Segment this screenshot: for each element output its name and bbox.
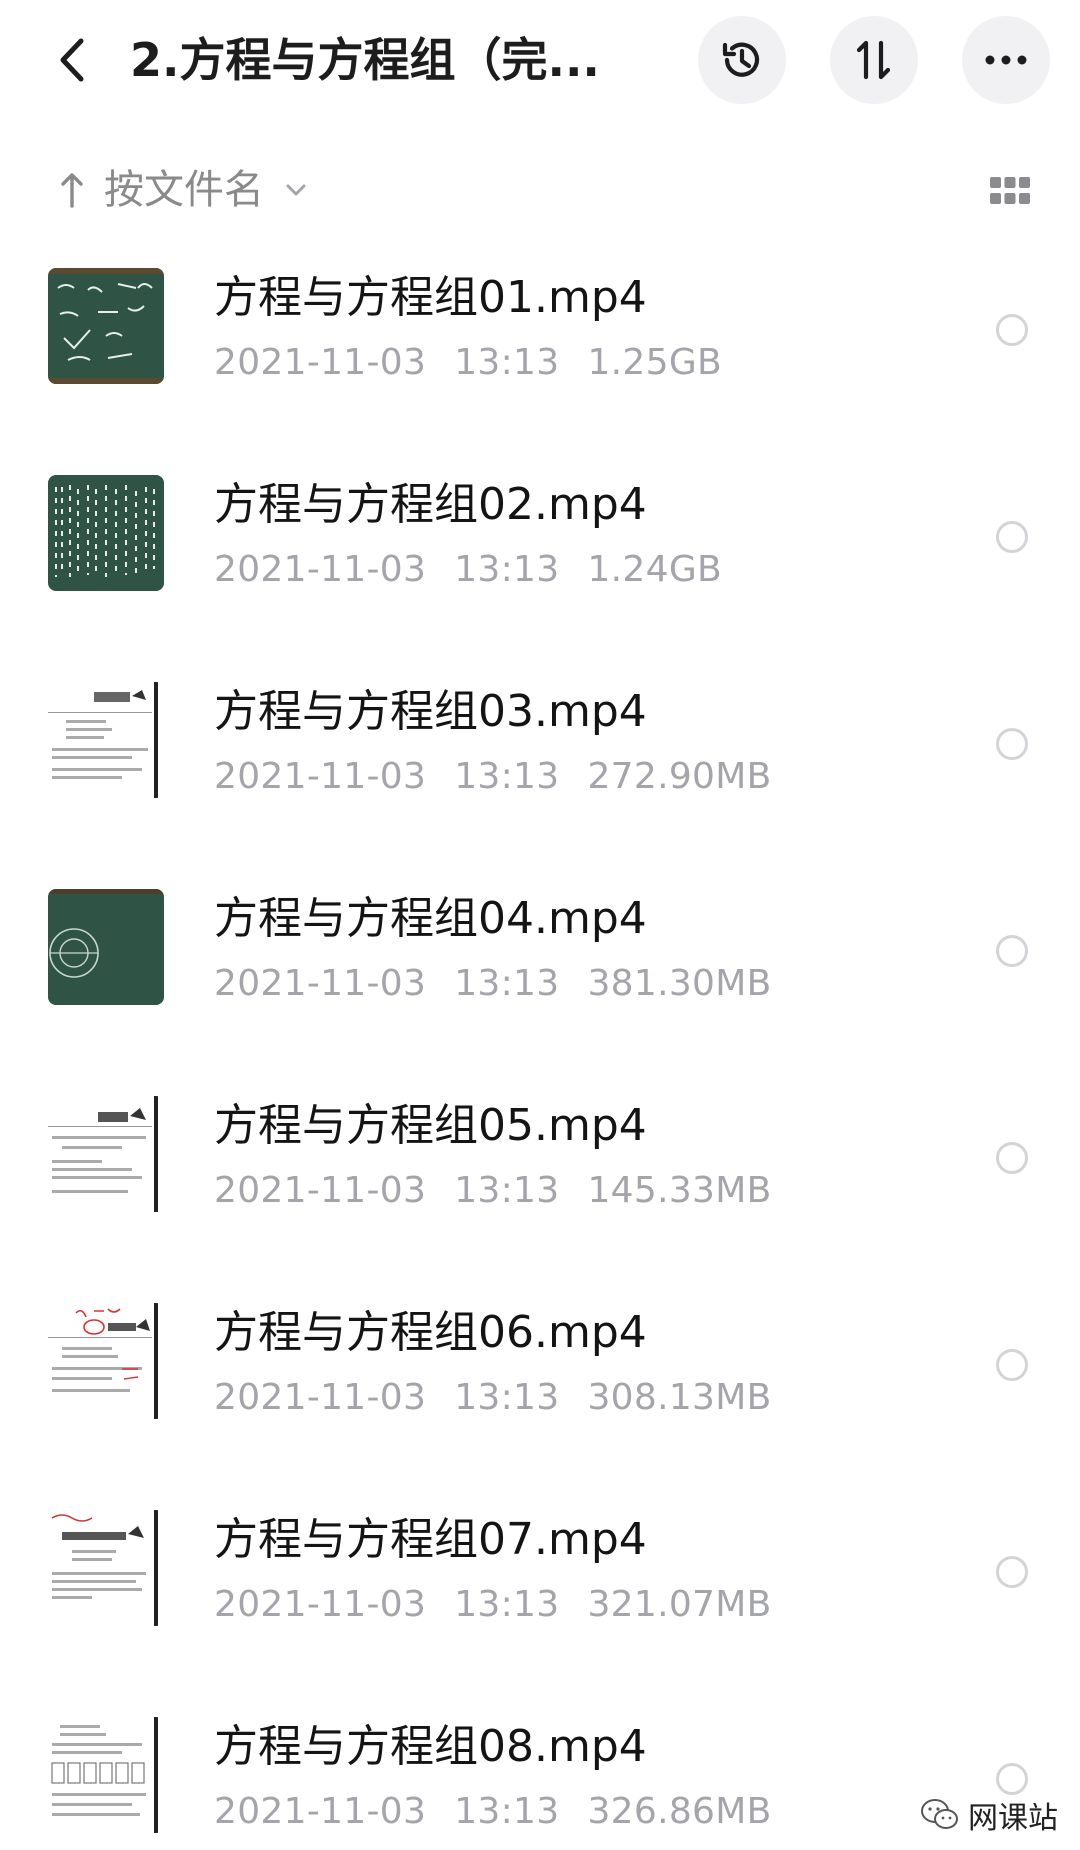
file-row[interactable]: 方程与方程组03.mp4 2021-11-03 13:13 272.90MB <box>0 656 1080 863</box>
chevron-left-icon <box>60 38 84 82</box>
file-size: 326.86MB <box>587 1791 772 1832</box>
file-size: 1.25GB <box>587 342 723 383</box>
file-meta: 2021-11-03 13:13 1.25GB <box>214 338 750 388</box>
select-radio[interactable] <box>996 1142 1028 1174</box>
file-size: 381.30MB <box>587 963 772 1004</box>
file-meta: 2021-11-03 13:13 326.86MB <box>214 1787 800 1837</box>
file-size: 308.13MB <box>587 1377 772 1418</box>
file-name: 方程与方程组08.mp4 <box>214 1721 647 1772</box>
file-time: 13:13 <box>454 1791 560 1832</box>
video-thumbnail <box>48 1510 164 1626</box>
arrow-up-icon <box>61 173 83 208</box>
file-meta: 2021-11-03 13:13 308.13MB <box>214 1373 800 1423</box>
file-meta: 2021-11-03 13:13 272.90MB <box>214 752 800 802</box>
file-name: 方程与方程组07.mp4 <box>214 1514 647 1565</box>
top-bar: 2.方程与方程组（完... <box>0 0 1080 120</box>
file-date: 2021-11-03 <box>214 963 427 1004</box>
video-thumbnail <box>48 1717 164 1833</box>
file-time: 13:13 <box>454 1584 560 1625</box>
file-row[interactable]: 方程与方程组02.mp4 2021-11-03 13:13 1.24GB <box>0 449 1080 656</box>
select-radio[interactable] <box>996 1349 1028 1381</box>
file-size: 321.07MB <box>587 1584 772 1625</box>
file-date: 2021-11-03 <box>214 549 427 590</box>
file-browser-page: 2.方程与方程组（完... 按文件名 方程与方程组01.mp4 2021-11-… <box>0 0 1080 1850</box>
file-time: 13:13 <box>454 963 560 1004</box>
file-date: 2021-11-03 <box>214 1377 427 1418</box>
file-meta: 2021-11-03 13:13 145.33MB <box>214 1166 800 1216</box>
file-size: 1.24GB <box>587 549 723 590</box>
file-time: 13:13 <box>454 756 560 797</box>
history-button[interactable] <box>698 16 786 104</box>
file-name: 方程与方程组04.mp4 <box>214 893 647 944</box>
file-row[interactable]: 方程与方程组07.mp4 2021-11-03 13:13 321.07MB <box>0 1484 1080 1691</box>
history-icon <box>722 42 760 77</box>
file-date: 2021-11-03 <box>214 756 427 797</box>
file-row[interactable]: 方程与方程组05.mp4 2021-11-03 13:13 145.33MB <box>0 1070 1080 1277</box>
video-thumbnail <box>48 475 164 591</box>
file-row[interactable]: 方程与方程组04.mp4 2021-11-03 13:13 381.30MB <box>0 863 1080 1070</box>
file-time: 13:13 <box>454 342 560 383</box>
file-date: 2021-11-03 <box>214 1170 427 1211</box>
video-thumbnail <box>48 889 164 1005</box>
file-name: 方程与方程组01.mp4 <box>214 272 647 323</box>
folder-title: 2.方程与方程组（完... <box>130 33 600 87</box>
select-radio[interactable] <box>996 314 1028 346</box>
more-button[interactable] <box>962 16 1050 104</box>
file-meta: 2021-11-03 13:13 321.07MB <box>214 1580 800 1630</box>
file-row[interactable]: 方程与方程组08.mp4 2021-11-03 13:13 326.86MB <box>0 1691 1080 1850</box>
file-date: 2021-11-03 <box>214 1791 427 1832</box>
video-thumbnail <box>48 268 164 384</box>
watermark: 网课站 <box>920 1790 1058 1840</box>
wechat-icon <box>921 1799 958 1829</box>
select-radio[interactable] <box>996 1556 1028 1588</box>
sort-arrows-icon <box>856 40 891 80</box>
file-size: 272.90MB <box>587 756 772 797</box>
file-name: 方程与方程组06.mp4 <box>214 1307 647 1358</box>
file-name: 方程与方程组02.mp4 <box>214 479 647 530</box>
file-row[interactable]: 方程与方程组06.mp4 2021-11-03 13:13 308.13MB <box>0 1277 1080 1484</box>
file-time: 13:13 <box>454 549 560 590</box>
video-thumbnail <box>48 1096 164 1212</box>
file-meta: 2021-11-03 13:13 381.30MB <box>214 959 800 1009</box>
file-time: 13:13 <box>454 1170 560 1211</box>
file-name: 方程与方程组03.mp4 <box>214 686 647 737</box>
file-time: 13:13 <box>454 1377 560 1418</box>
grid-view-icon[interactable] <box>990 176 1030 206</box>
sort-button[interactable] <box>830 16 918 104</box>
file-name: 方程与方程组05.mp4 <box>214 1100 647 1151</box>
more-icon <box>985 55 1027 65</box>
file-list: 方程与方程组01.mp4 2021-11-03 13:13 1.25GB 方程与方程… <box>0 242 1080 1850</box>
file-date: 2021-11-03 <box>214 342 427 383</box>
sort-bar: 按文件名 <box>0 150 1080 230</box>
file-date: 2021-11-03 <box>214 1584 427 1625</box>
watermark-text: 网课站 <box>968 1801 1058 1836</box>
file-size: 145.33MB <box>587 1170 772 1211</box>
select-radio[interactable] <box>996 935 1028 967</box>
file-row[interactable]: 方程与方程组01.mp4 2021-11-03 13:13 1.25GB <box>0 242 1080 449</box>
video-thumbnail <box>48 1303 164 1419</box>
file-meta: 2021-11-03 13:13 1.24GB <box>214 545 750 595</box>
select-radio[interactable] <box>996 521 1028 553</box>
chevron-down-icon[interactable] <box>284 178 308 202</box>
sort-by-name-dropdown[interactable]: 按文件名 <box>104 162 264 218</box>
back-button[interactable] <box>44 28 100 92</box>
video-thumbnail <box>48 682 164 798</box>
select-radio[interactable] <box>996 728 1028 760</box>
